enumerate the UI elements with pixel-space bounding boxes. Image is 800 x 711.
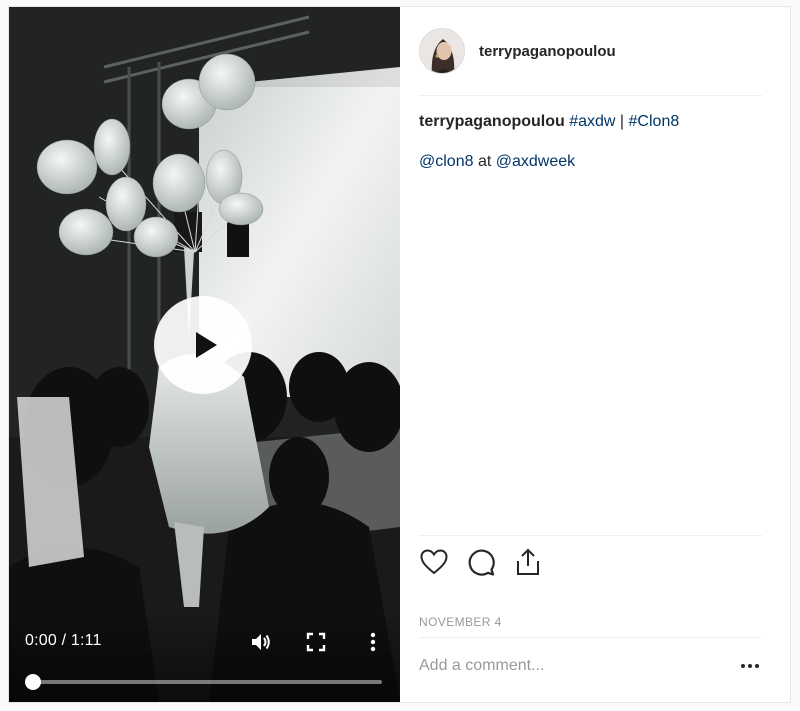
post-header: terrypaganopoulou [419,7,762,96]
caption-line-1: terrypaganopoulou #axdw | #Clon8 [419,111,762,133]
video-time-display: 0:00 / 1:11 [25,632,102,649]
post-actions [419,535,762,587]
hashtag-clon8[interactable]: #Clon8 [629,113,680,130]
fullscreen-button[interactable] [304,630,328,654]
more-horizontal-icon-dot [741,663,745,668]
caption-at-text: at [473,153,496,170]
heart-icon [420,548,448,574]
mention-axdweek[interactable]: @axdweek [496,153,575,170]
more-horizontal-icon-dot [755,663,759,668]
caption-username[interactable]: terrypaganopoulou [419,113,565,130]
volume-icon [252,634,270,650]
more-options-button[interactable] [738,656,762,676]
play-button[interactable] [154,296,252,394]
play-icon [195,332,217,358]
like-button[interactable] [419,547,449,577]
mention-clon8[interactable]: @clon8 [419,153,474,170]
comment-button[interactable] [466,547,496,577]
caption-separator: | [615,113,629,130]
volume-button[interactable] [249,630,273,654]
post-username[interactable]: terrypaganopoulou [479,43,616,60]
post-caption: terrypaganopoulou #axdw | #Clon8 @clon8 … [419,111,762,173]
more-horizontal-icon-dot [748,663,752,668]
post-details: terrypaganopoulou terrypaganopoulou #axd… [400,7,790,702]
hashtag-axdw[interactable]: #axdw [569,113,615,130]
video-progress-handle[interactable] [25,674,41,690]
avatar-image [420,29,464,73]
share-button[interactable] [513,547,543,577]
post-date: NOVEMBER 4 [419,615,502,629]
comment-icon [468,549,495,576]
more-vertical-icon [370,632,376,652]
video-player[interactable]: 0:00 / 1:11 [9,7,400,702]
video-controls: 0:00 / 1:11 [9,612,400,702]
instagram-post: 0:00 / 1:11 terrypaganopoulou terrypagan… [8,6,791,703]
share-icon [517,548,539,575]
add-comment-section [419,637,762,693]
caption-line-2: @clon8 at @axdweek [419,151,762,173]
avatar[interactable] [419,28,465,74]
fullscreen-icon [306,632,326,652]
video-more-button[interactable] [361,630,385,654]
video-progress-bar[interactable] [25,674,382,690]
comment-input[interactable] [419,656,719,675]
